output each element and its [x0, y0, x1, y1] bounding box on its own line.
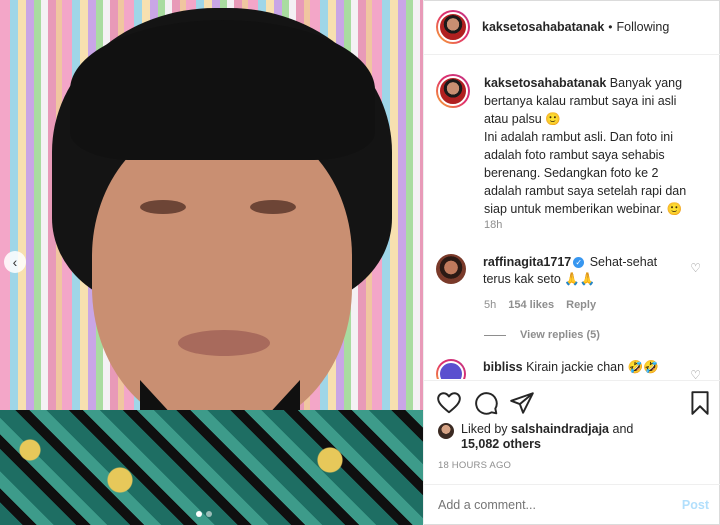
- post-caption: kaksetosahabatanak Banyak yang bertanya …: [436, 74, 711, 218]
- post-comment-button[interactable]: Post: [682, 498, 709, 512]
- comment-body: raffinagita1717 ✓ Sehat-sehat terus kak s…: [483, 254, 683, 288]
- photo-eye-right: [250, 200, 296, 214]
- comment-meta: 5h 154 likes Reply: [484, 299, 596, 311]
- liker-avatar[interactable]: [438, 423, 454, 439]
- carousel-dot-2: [206, 511, 212, 517]
- comment-icon[interactable]: [473, 390, 499, 416]
- photo-fringe: [70, 20, 375, 160]
- carousel-dot-1: [196, 511, 202, 517]
- photo-mouth: [178, 330, 270, 356]
- comment-time[interactable]: 5h: [484, 299, 496, 311]
- caption-text: Banyak yang bertanya kalau rambut saya i…: [484, 76, 687, 216]
- caption-avatar[interactable]: [436, 74, 470, 108]
- post-photo[interactable]: [0, 0, 423, 525]
- photo-eye-left: [140, 200, 186, 214]
- likes-text: Liked by salshaindradjaja and 15,082 oth…: [461, 422, 633, 452]
- bookmark-icon[interactable]: [687, 390, 713, 416]
- header-separator: •: [608, 20, 613, 34]
- comment-body: bibliss Kirain jackie chan 🤣🤣: [483, 359, 683, 379]
- likes-others[interactable]: 15,082 others: [461, 437, 541, 451]
- chevron-left-icon[interactable]: ‹: [4, 251, 26, 273]
- author-avatar[interactable]: [436, 10, 470, 44]
- comment-item: raffinagita1717 ✓ Sehat-sehat terus kak s…: [436, 254, 711, 288]
- comment-item: bibliss Kirain jackie chan 🤣🤣: [436, 359, 711, 379]
- caption-body: kaksetosahabatanak Banyak yang bertanya …: [484, 74, 696, 218]
- post-header: kaksetosahabatanak • Following: [424, 0, 720, 55]
- comment-username[interactable]: raffinagita1717: [483, 255, 571, 269]
- likes-summary: Liked by salshaindradjaja and 15,082 oth…: [438, 422, 633, 452]
- carousel-dots: [196, 511, 212, 517]
- view-replies-button[interactable]: View replies (5): [484, 329, 600, 341]
- comment-input[interactable]: [438, 498, 682, 512]
- comment-heart-icon[interactable]: ♡: [690, 368, 701, 379]
- photo-shirt: [0, 410, 423, 525]
- liker-username[interactable]: salshaindradjaja: [511, 422, 609, 436]
- author-username[interactable]: kaksetosahabatanak: [482, 20, 604, 34]
- comment-text: Kirain jackie chan 🤣🤣: [526, 360, 659, 374]
- paper-plane-icon[interactable]: [509, 390, 535, 416]
- comments-list[interactable]: kaksetosahabatanak Banyak yang bertanya …: [424, 56, 720, 379]
- verified-badge-icon: ✓: [573, 257, 585, 269]
- comment-heart-icon[interactable]: ♡: [690, 261, 701, 275]
- likes-prefix: Liked by: [461, 422, 508, 436]
- post-timestamp[interactable]: 18 HOURS AGO: [438, 460, 511, 471]
- caption-timestamp[interactable]: 18h: [484, 219, 502, 231]
- caption-username[interactable]: kaksetosahabatanak: [484, 76, 606, 90]
- view-replies-label: View replies (5): [520, 329, 600, 341]
- heart-icon[interactable]: [436, 390, 462, 416]
- commenter-avatar[interactable]: [436, 359, 466, 379]
- add-comment-bar: Post: [424, 484, 720, 525]
- commenter-avatar[interactable]: [436, 254, 466, 284]
- comment-username[interactable]: bibliss: [483, 360, 523, 374]
- comment-reply-button[interactable]: Reply: [566, 299, 596, 311]
- post-sidebar: kaksetosahabatanak • Following kaksetosa…: [423, 0, 720, 525]
- likes-conjunction: and: [612, 422, 634, 436]
- comment-likes[interactable]: 154 likes: [508, 299, 554, 311]
- action-bar: [424, 380, 720, 424]
- replies-line: [484, 334, 506, 336]
- photo-face: [92, 120, 352, 430]
- following-button[interactable]: Following: [617, 20, 670, 34]
